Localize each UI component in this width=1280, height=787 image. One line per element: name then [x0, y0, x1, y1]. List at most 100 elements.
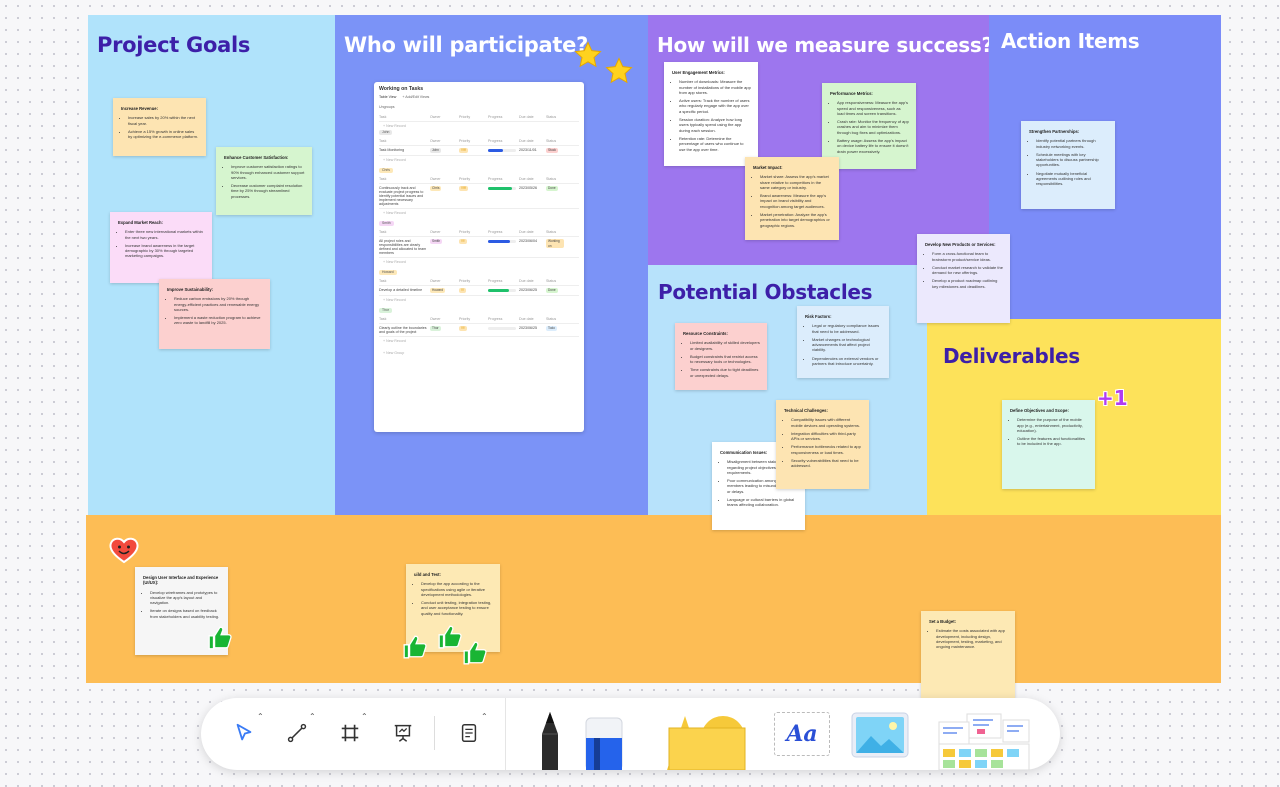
group-tag[interactable]: Chris	[379, 168, 393, 173]
column-header: Priority	[459, 230, 471, 234]
frame-tool-button[interactable]	[335, 718, 365, 748]
connector-icon	[287, 723, 307, 743]
note-user-engagement[interactable]: User Engagement Metrics: Number of downl…	[664, 62, 758, 166]
templates-icon[interactable]	[937, 712, 1031, 770]
shapes-icon[interactable]	[661, 714, 751, 770]
note-customer-satisfaction[interactable]: Enhance Customer Satisfaction: Improve c…	[216, 147, 312, 215]
note-increase-revenue[interactable]: Increase Revenue: Increase sales by 20% …	[113, 98, 206, 156]
table-header: Task Owner Priority Progress Due date St…	[379, 113, 579, 122]
note-market-reach[interactable]: Expand Market Reach: Enter three new int…	[110, 212, 212, 283]
group-tag[interactable]: Howard	[379, 270, 397, 275]
new-record-button[interactable]: + New Record	[379, 258, 579, 266]
column-header: Owner	[430, 279, 441, 283]
task-name: Develop a detailed timeline	[379, 288, 423, 292]
new-record-button[interactable]: + New Record	[379, 122, 579, 130]
thumbs-up-icon	[403, 635, 427, 659]
note-item: Increase sales by 20% within the next fi…	[128, 115, 199, 126]
note-item: Develop a product roadmap outlining key …	[932, 278, 1003, 289]
note-item: Enter three new international markets wi…	[125, 229, 205, 240]
document-icon	[461, 724, 477, 742]
col-owner: Owner	[430, 115, 441, 119]
zone-title-participants: Who will participate?	[344, 33, 588, 57]
table-row[interactable]: Continuously track and evaluate project …	[379, 184, 579, 209]
note-item: Battery usage: Assess the app's impact o…	[837, 138, 909, 154]
add-view-tab[interactable]: + Add/Edit Views	[402, 95, 429, 99]
task-name: Task Monitoring	[379, 148, 405, 152]
table-row[interactable]: Develop a detailed timeline Howard !!! 2…	[379, 286, 579, 296]
note-item: App responsiveness: Measure the app's sp…	[837, 100, 909, 116]
connector-tool-button[interactable]	[282, 718, 312, 748]
chevron-up-icon[interactable]: ⌃	[481, 712, 488, 721]
table-row[interactable]: All project roles and responsibilities a…	[379, 237, 579, 258]
task-group: Thor Task Owner Priority Progress Due date St…	[379, 308, 579, 345]
note-item: Legal or regulatory compliance issues th…	[812, 323, 882, 334]
presentation-tool-button[interactable]	[388, 718, 418, 748]
note-resource-constraints[interactable]: Resource Constraints: Limited availabili…	[675, 323, 767, 390]
note-item: Reduce carbon emissions by 20% through e…	[174, 296, 263, 312]
col-progress: Progress	[488, 115, 503, 119]
note-define-objectives[interactable]: Define Objectives and Scope: Determine t…	[1002, 400, 1095, 489]
note-risk-factors[interactable]: Risk Factors: Legal or regulatory compli…	[797, 306, 889, 378]
note-title: uild and Test:	[414, 572, 441, 577]
zone-title-obstacles: Potential Obstacles	[658, 280, 873, 304]
note-item: Limited availability of skilled develope…	[690, 340, 760, 351]
new-group-button[interactable]: + New Group	[379, 349, 579, 357]
table-row[interactable]: Task Monitoring John !!!!!! 2023/11/01 S…	[379, 146, 579, 156]
owner-pill: Howard	[430, 288, 445, 293]
group-tag[interactable]: Smith	[379, 221, 394, 226]
thumbs-up-icon	[438, 625, 462, 649]
group-tag[interactable]: Thor	[379, 308, 392, 313]
due-date: 2023/06/25	[519, 288, 537, 292]
note-title: User Engagement Metrics:	[672, 70, 725, 75]
table-row[interactable]: Clearly outline the boundaries and goals…	[379, 324, 579, 337]
progress-bar	[488, 187, 516, 190]
status-pill: Stuck	[546, 148, 558, 153]
heart-face-icon	[109, 537, 139, 564]
table-header: Task Owner Priority Progress Due date Status	[379, 315, 579, 324]
note-sustainability[interactable]: Improve Sustainability: Reduce carbon em…	[159, 279, 270, 349]
priority-pill: !!!	[459, 288, 466, 293]
pencil-icon[interactable]	[537, 712, 563, 770]
note-market-impact[interactable]: Market Impact: Market share: Assess the …	[745, 157, 839, 240]
note-technical-challenges[interactable]: Technical Challenges: Compatibility issu…	[776, 400, 869, 489]
owner-pill: Smith	[430, 239, 443, 244]
table-view-tab[interactable]: Table View	[379, 95, 396, 99]
column-header: Owner	[430, 139, 441, 143]
text-tool-button[interactable]: Aa	[774, 712, 830, 756]
column-header: Status	[546, 139, 557, 143]
new-record-button[interactable]: + New Record	[379, 296, 579, 304]
note-title: Risk Factors:	[805, 314, 832, 319]
group-tag[interactable]: John	[379, 130, 393, 135]
col-priority: Priority	[459, 115, 471, 119]
zone-title-deliverables: Deliverables	[943, 344, 1080, 368]
image-icon[interactable]	[851, 712, 909, 758]
select-tool-button[interactable]	[229, 718, 259, 748]
status-pill: Working on	[546, 239, 564, 248]
note-set-budget[interactable]: Set a Budget: Estimate the costs associa…	[921, 611, 1015, 698]
task-card-title: Working on Tasks	[379, 86, 424, 92]
chevron-up-icon[interactable]: ⌃	[361, 712, 368, 721]
task-table-card[interactable]: Working on Tasks Table View + Add/Edit V…	[374, 82, 584, 432]
new-record-button[interactable]: + New Record	[379, 209, 579, 217]
zone-bottom	[86, 515, 1221, 683]
note-item: Implement a waste reduction program to a…	[174, 315, 263, 326]
col-status: Status	[546, 115, 557, 119]
note-title: Performance Metrics:	[830, 91, 873, 96]
status-pill: Todo	[546, 326, 557, 331]
zone-title-action-items: Action Items	[1001, 29, 1140, 53]
ungroup-label[interactable]: Ungroups	[379, 105, 579, 109]
eraser-icon[interactable]	[584, 716, 624, 770]
chevron-up-icon[interactable]: ⌃	[257, 712, 264, 721]
note-strengthen-partnerships[interactable]: Strengthen Partnerships: Identify potent…	[1021, 121, 1115, 209]
thumbs-up-icon	[208, 626, 232, 650]
progress-fill	[488, 289, 509, 292]
new-record-button[interactable]: + New Record	[379, 156, 579, 164]
chevron-up-icon[interactable]: ⌃	[309, 712, 316, 721]
note-tool-button[interactable]	[454, 718, 484, 748]
new-record-button[interactable]: + New Record	[379, 337, 579, 345]
column-header: Progress	[488, 230, 503, 234]
column-header: Task	[379, 230, 387, 234]
note-item: Market changes or technological advancem…	[812, 337, 882, 353]
note-new-products[interactable]: Develop New Products or Services: Form a…	[917, 234, 1010, 323]
bottom-toolbar: ⌃ ⌃ ⌃ ⌃ Aa	[201, 698, 1060, 770]
